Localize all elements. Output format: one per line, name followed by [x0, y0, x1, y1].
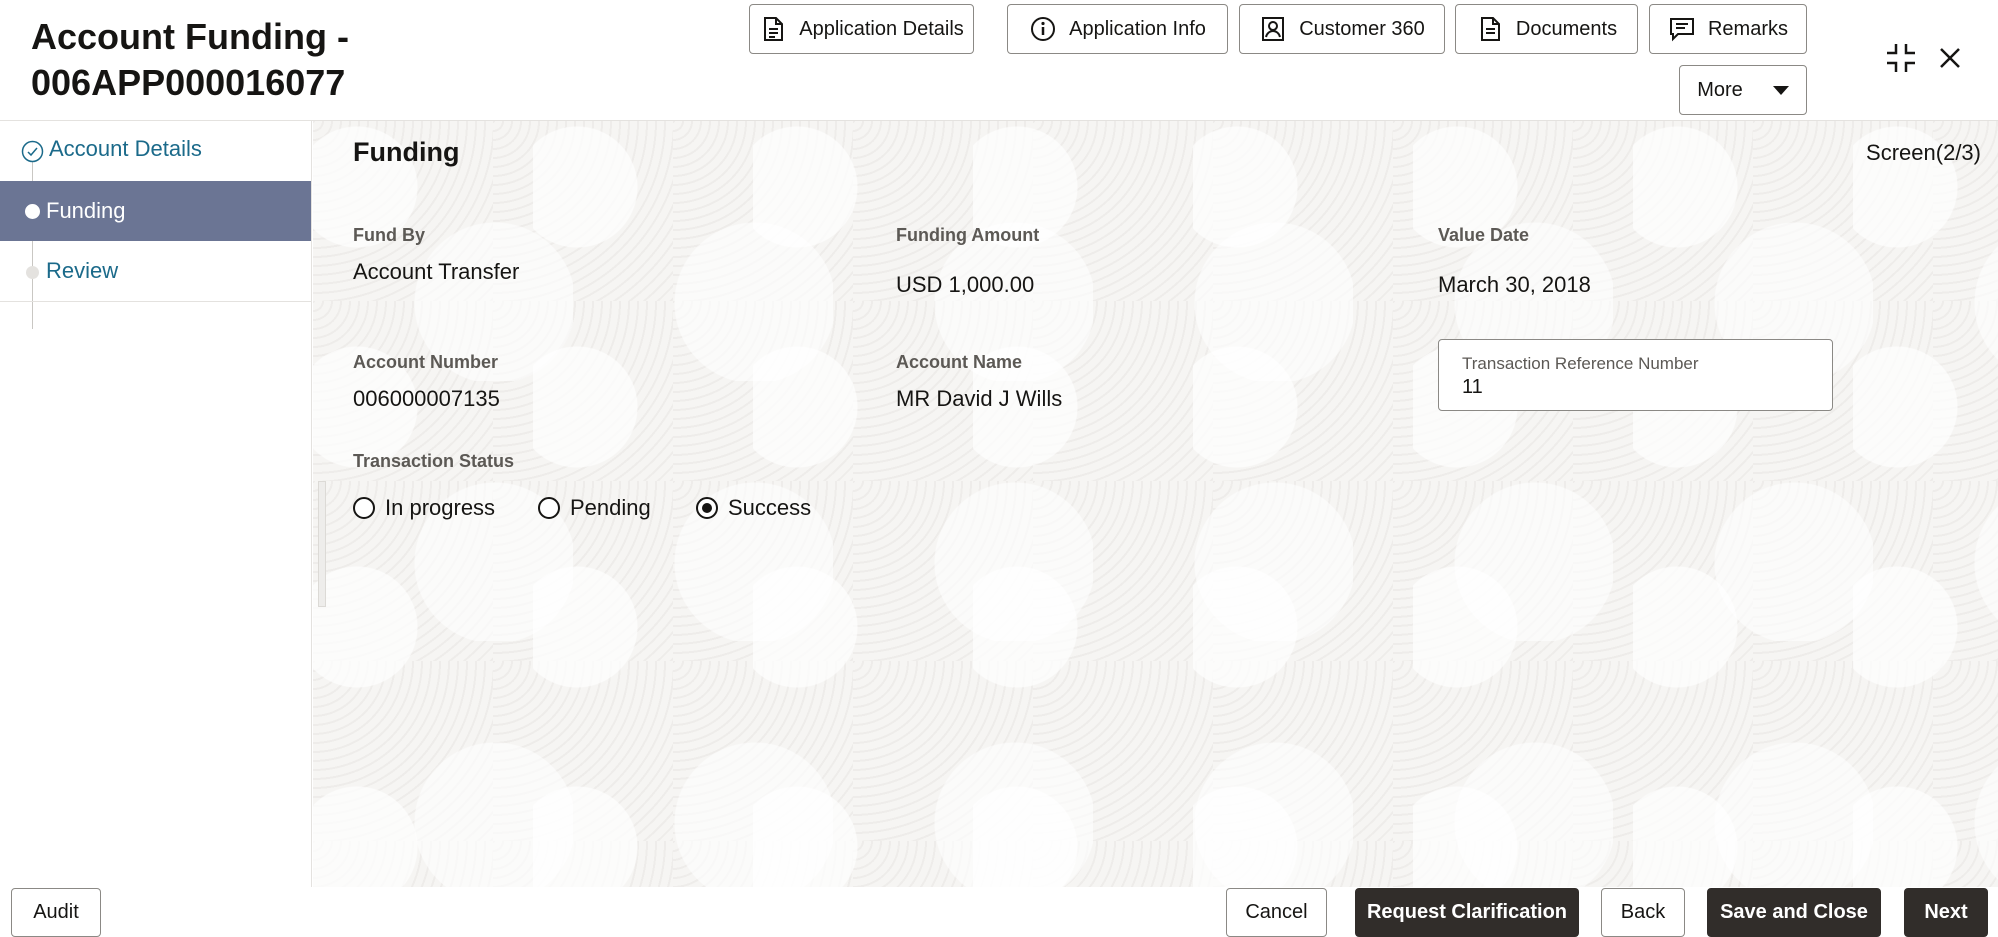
minimize-icon[interactable] [1883, 40, 1919, 76]
radio-circle-icon [538, 497, 560, 519]
funding-amount-label: Funding Amount [896, 225, 1040, 245]
radio-selected-icon [696, 497, 718, 519]
customer-360-button[interactable]: Customer 360 [1239, 4, 1445, 54]
screen-indicator: Screen(2/3) [1866, 140, 1981, 165]
value-date-label: Value Date [1438, 225, 1530, 245]
more-dropdown[interactable]: More [1679, 65, 1807, 115]
account-name-label: Account Name [896, 352, 1023, 372]
document-icon [764, 17, 784, 41]
active-step-dot-icon [25, 204, 40, 219]
close-icon[interactable] [1932, 40, 1968, 76]
documents-button[interactable]: Documents [1455, 4, 1638, 54]
info-icon [1031, 17, 1056, 41]
account-number-value: 006000007135 [353, 386, 500, 411]
transaction-reference-label: Transaction Reference Number [1462, 354, 1699, 373]
main-content: Funding Screen(2/3) Fund By Account Tran… [313, 121, 1998, 887]
application-details-button[interactable]: Application Details [749, 4, 974, 54]
check-circle-icon [21, 140, 44, 163]
more-label: More [1697, 78, 1743, 101]
fund-by-value: Account Transfer [353, 259, 520, 284]
save-and-close-button[interactable]: Save and Close [1707, 888, 1881, 937]
radio-circle-icon [353, 497, 375, 519]
account-name-value: MR David J Wills [896, 386, 1063, 411]
sidebar-item-label: Account Details [49, 136, 202, 161]
funding-amount-value: USD 1,000.00 [896, 272, 1035, 297]
page-title: Account Funding - 006APP000016077 [31, 14, 511, 106]
customer-360-label: Customer 360 [1299, 17, 1425, 40]
sidebar-item-label: Review [46, 258, 119, 283]
radio-pending[interactable]: Pending [538, 495, 651, 521]
sidebar-item-funding[interactable]: Funding [0, 181, 311, 241]
transaction-reference-field[interactable]: Transaction Reference Number 11 [1438, 339, 1833, 411]
transaction-reference-value[interactable]: 11 [1462, 376, 1483, 399]
application-details-label: Application Details [799, 17, 964, 40]
remarks-button[interactable]: Remarks [1649, 4, 1807, 54]
value-date-value: March 30, 2018 [1438, 272, 1591, 297]
panel-resize-handle[interactable] [318, 481, 326, 607]
radio-label: In progress [385, 495, 496, 520]
sidebar-item-account-details[interactable]: Account Details [0, 121, 311, 181]
radio-label: Success [728, 495, 812, 520]
account-number-label: Account Number [353, 352, 499, 372]
cancel-button[interactable]: Cancel [1226, 888, 1327, 937]
radio-success[interactable]: Success [696, 495, 811, 521]
audit-button[interactable]: Audit [11, 888, 101, 937]
sidebar-item-label: Funding [46, 198, 126, 223]
radio-in-progress[interactable]: In progress [353, 495, 495, 521]
fund-by-label: Fund By [353, 225, 425, 245]
pending-step-dot-icon [26, 266, 39, 279]
user-card-icon [1262, 17, 1285, 41]
caret-down-icon [1772, 85, 1789, 95]
sidebar-item-review[interactable]: Review [0, 241, 311, 301]
documents-label: Documents [1515, 17, 1618, 40]
application-info-label: Application Info [1069, 17, 1206, 40]
request-clarification-button[interactable]: Request Clarification [1355, 888, 1579, 937]
page-title-line2: 006APP000016077 [31, 62, 346, 103]
remarks-label: Remarks [1707, 17, 1788, 40]
section-title: Funding [353, 137, 460, 167]
page-title-line1: Account Funding - [31, 16, 349, 57]
back-button[interactable]: Back [1601, 888, 1685, 937]
next-button[interactable]: Next [1904, 888, 1988, 937]
radio-label: Pending [570, 495, 651, 520]
sidebar: Account Details Funding Review [0, 121, 312, 887]
sidebar-divider [0, 301, 311, 302]
documents-icon [1480, 17, 1500, 41]
transaction-status-label: Transaction Status [353, 451, 515, 471]
header: Account Funding - 006APP000016077 Applic… [0, 0, 1998, 121]
remarks-icon [1669, 18, 1694, 42]
application-info-button[interactable]: Application Info [1007, 4, 1228, 54]
